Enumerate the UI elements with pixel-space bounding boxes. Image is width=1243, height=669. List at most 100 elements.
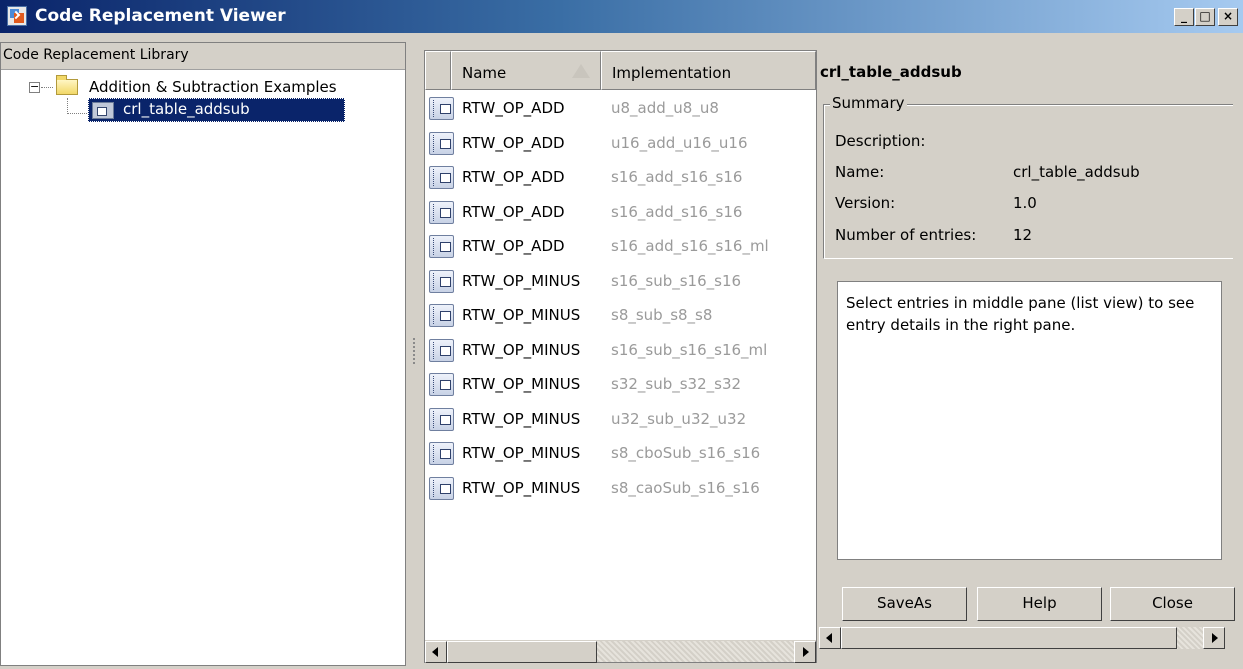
- details-scroll-right-button[interactable]: [1203, 627, 1225, 649]
- table-icon: [92, 102, 114, 119]
- table-row[interactable]: RTW_OP_ADD u8_add_u8_u8: [425, 91, 816, 125]
- arrow-left-icon: [432, 647, 438, 657]
- table-row[interactable]: RTW_OP_MINUS s8_sub_s8_s8: [425, 298, 816, 332]
- entry-icon: [429, 235, 454, 258]
- entry-icon: [429, 269, 454, 293]
- details-pane: crl_table_addsub Summary Description: Na…: [818, 50, 1243, 669]
- entry-implementation: u16_add_u16_u16: [611, 133, 748, 152]
- library-tree-pane[interactable]: Code Replacement Library − Addition & Su…: [0, 42, 406, 666]
- entry-name: RTW_OP_MINUS: [462, 375, 581, 393]
- entry-implementation: s8_sub_s8_s8: [611, 306, 713, 324]
- tree-item-label[interactable]: crl_table_addsub: [123, 100, 250, 118]
- entry-name: RTW_OP_MINUS: [462, 306, 581, 324]
- title-bar[interactable]: Code Replacement Viewer _ □ ×: [0, 0, 1243, 33]
- table-row[interactable]: RTW_OP_ADD u16_add_u16_u16: [425, 126, 816, 160]
- entry-name: RTW_OP_ADD: [462, 133, 565, 152]
- details-horizontal-scrollbar[interactable]: [819, 627, 1225, 649]
- tree-collapse-toggle[interactable]: −: [29, 81, 40, 93]
- summary-group-label: Summary: [830, 94, 907, 112]
- folder-icon: [56, 75, 78, 95]
- table-row[interactable]: RTW_OP_MINUS s8_cboSub_s16_s16: [425, 436, 816, 470]
- entry-name: RTW_OP_ADD: [462, 202, 565, 221]
- details-scrollbar-thumb[interactable]: [841, 627, 1177, 649]
- scroll-left-button[interactable]: [425, 641, 447, 663]
- version-label: Version:: [835, 194, 896, 212]
- entry-icon: [429, 373, 454, 396]
- tree-folder-addition-subtraction[interactable]: Addition & Subtraction Examples: [89, 78, 337, 96]
- help-button[interactable]: Help: [977, 587, 1102, 621]
- entry-implementation: u32_sub_u32_u32: [611, 409, 747, 428]
- close-window-button[interactable]: ×: [1218, 8, 1238, 26]
- minimize-button[interactable]: _: [1174, 8, 1194, 26]
- column-header-name-label: Name: [462, 64, 507, 82]
- entry-name: RTW_OP_MINUS: [462, 409, 581, 428]
- entry-name: RTW_OP_ADD: [462, 99, 565, 117]
- arrow-right-icon: [1212, 633, 1218, 643]
- name-value: crl_table_addsub: [1013, 163, 1140, 181]
- version-value: 1.0: [1013, 194, 1037, 212]
- entry-name: RTW_OP_MINUS: [462, 478, 581, 497]
- entry-icon: [429, 407, 454, 431]
- window-title: Code Replacement Viewer: [35, 6, 286, 26]
- number-of-entries-label: Number of entries:: [835, 226, 977, 244]
- entry-name: RTW_OP_MINUS: [462, 340, 581, 359]
- entry-implementation: s16_add_s16_s16_ml: [611, 237, 769, 255]
- table-row[interactable]: RTW_OP_ADD s16_add_s16_s16: [425, 195, 816, 229]
- list-header: Name Implementation: [425, 51, 816, 90]
- name-label: Name:: [835, 163, 885, 181]
- code-replacement-app-icon: [7, 6, 27, 26]
- tree-connector: [67, 98, 68, 114]
- table-row[interactable]: RTW_OP_ADD s16_add_s16_s16: [425, 160, 816, 194]
- arrow-right-icon: [803, 647, 809, 657]
- entry-implementation: s16_add_s16_s16: [611, 202, 743, 221]
- code-replacement-viewer-window: Code Replacement Viewer _ □ × Code Repla…: [0, 0, 1243, 669]
- entry-implementation: s16_sub_s16_s16: [611, 271, 742, 290]
- table-row[interactable]: RTW_OP_MINUS s8_caoSub_s16_s16: [425, 471, 816, 505]
- entry-name: RTW_OP_ADD: [462, 168, 565, 186]
- maximize-button[interactable]: □: [1195, 8, 1215, 26]
- entry-name: RTW_OP_MINUS: [462, 271, 581, 290]
- entry-name: RTW_OP_MINUS: [462, 444, 581, 462]
- scrollbar-thumb[interactable]: [447, 641, 597, 663]
- table-row[interactable]: RTW_OP_MINUS u32_sub_u32_u32: [425, 402, 816, 436]
- table-row[interactable]: RTW_OP_MINUS s16_sub_s16_s16_ml: [425, 333, 816, 367]
- column-header-implementation-label: Implementation: [612, 64, 732, 82]
- details-scroll-left-button[interactable]: [819, 627, 841, 649]
- entries-list-pane[interactable]: Name Implementation RTW_OP_ADD u8_add_u8_…: [424, 50, 817, 663]
- description-label: Description:: [835, 132, 926, 150]
- entry-icon: [429, 338, 454, 362]
- entry-icon: [429, 97, 454, 120]
- details-title: crl_table_addsub: [820, 63, 962, 81]
- table-row[interactable]: RTW_OP_MINUS s16_sub_s16_s16: [425, 264, 816, 298]
- entry-icon: [429, 476, 454, 500]
- tree-connector: [41, 87, 53, 88]
- table-row[interactable]: RTW_OP_MINUS s32_sub_s32_s32: [425, 367, 816, 401]
- arrow-left-icon: [826, 633, 832, 643]
- column-header-implementation[interactable]: Implementation: [601, 51, 816, 90]
- left-splitter-grip[interactable]: [413, 338, 416, 364]
- entry-implementation: s8_caoSub_s16_s16: [611, 478, 760, 497]
- entry-icon: [429, 166, 454, 189]
- close-button[interactable]: Close: [1110, 587, 1235, 621]
- entry-implementation: u8_add_u8_u8: [611, 99, 719, 117]
- list-horizontal-scrollbar[interactable]: [425, 640, 816, 663]
- table-row[interactable]: RTW_OP_ADD s16_add_s16_s16_ml: [425, 229, 816, 263]
- entry-details-text: Select entries in middle pane (list view…: [837, 281, 1222, 560]
- number-of-entries-value: 12: [1013, 226, 1033, 244]
- save-as-button[interactable]: SaveAs: [842, 587, 967, 621]
- entry-icon: [429, 200, 454, 224]
- entry-implementation: s16_sub_s16_s16_ml: [611, 340, 768, 359]
- tree-header: Code Replacement Library: [1, 43, 405, 70]
- header-corner: [425, 51, 451, 90]
- entry-name: RTW_OP_ADD: [462, 237, 565, 255]
- sort-ascending-icon: [572, 64, 590, 78]
- entry-icon: [429, 131, 454, 155]
- scroll-right-button[interactable]: [794, 641, 816, 663]
- entry-implementation: s8_cboSub_s16_s16: [611, 444, 761, 462]
- tree-connector: [67, 113, 89, 114]
- entry-icon: [429, 442, 454, 465]
- entry-implementation: s16_add_s16_s16: [611, 168, 743, 186]
- entry-icon: [429, 304, 454, 327]
- entry-implementation: s32_sub_s32_s32: [611, 375, 742, 393]
- column-header-name[interactable]: Name: [451, 51, 601, 90]
